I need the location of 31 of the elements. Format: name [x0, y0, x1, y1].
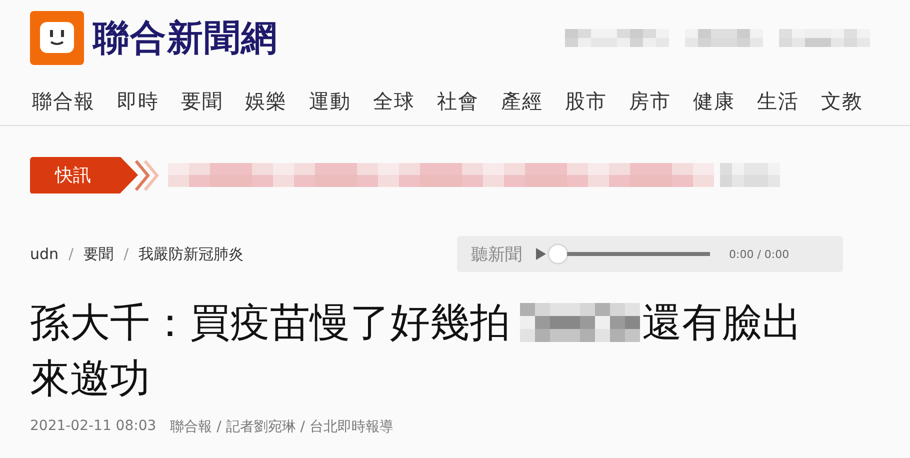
time-readout: 0:00 / 0:00: [729, 248, 790, 260]
breadcrumb-link[interactable]: 要聞: [84, 244, 114, 264]
audio-label: 聽新聞: [471, 244, 522, 266]
nav-link[interactable]: 聯合報: [32, 88, 95, 115]
breadcrumb-link[interactable]: 我嚴防新冠肺炎: [138, 244, 244, 264]
nav-link[interactable]: 娛樂: [245, 88, 287, 115]
nav-link[interactable]: 要聞: [181, 88, 223, 115]
nav-link[interactable]: 健康: [693, 88, 735, 115]
headline: 來邀功: [30, 354, 150, 404]
play-icon[interactable]: [536, 248, 546, 260]
nav-link[interactable]: 社會: [437, 88, 479, 115]
logo-icon[interactable]: [30, 11, 84, 65]
nav-link[interactable]: 運動: [309, 88, 351, 115]
breadcrumb-separator: /: [68, 245, 74, 263]
nav-link[interactable]: 文教: [821, 88, 863, 115]
site-title[interactable]: 聯合新聞網: [93, 14, 278, 62]
nav-link[interactable]: 房市: [629, 88, 671, 115]
nav-link[interactable]: 全球: [373, 88, 415, 115]
breaking-news-label: 快訊: [30, 156, 138, 194]
breadcrumb-link[interactable]: udn: [30, 245, 59, 263]
nav-link[interactable]: 生活: [757, 88, 799, 115]
nav-link[interactable]: 股市: [565, 88, 607, 115]
slider-handle[interactable]: [549, 245, 567, 263]
nav-link[interactable]: 即時: [117, 88, 159, 115]
pixelated-text: [720, 163, 780, 187]
byline: 聯合報 / 記者劉宛琳 / 台北即時報導: [170, 418, 394, 436]
headline: 還有臉出: [642, 298, 802, 348]
publish-time: 2021-02-11 08:03: [30, 418, 156, 436]
breadcrumb-separator: /: [124, 245, 129, 263]
headline: 孫大千：買疫苗慢了好幾拍: [30, 298, 510, 348]
nav-link[interactable]: 產經: [501, 88, 543, 115]
